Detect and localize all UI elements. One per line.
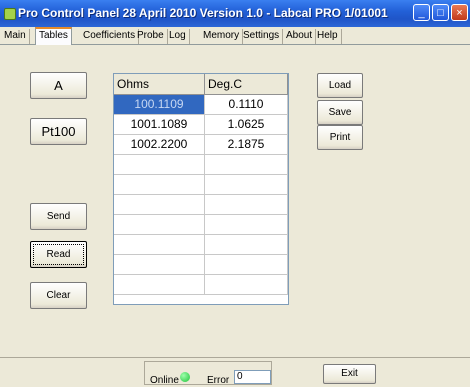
app-icon (4, 8, 16, 20)
tab-settings[interactable]: Settings (240, 29, 284, 44)
table-row[interactable] (114, 175, 288, 195)
title-bar[interactable]: Pro Control Panel 28 April 2010 Version … (0, 0, 470, 27)
online-indicator-icon (180, 372, 190, 382)
error-field[interactable]: 0 (234, 370, 271, 384)
clear-button[interactable]: Clear (30, 282, 87, 309)
table-cell-degc[interactable] (205, 215, 288, 234)
table-cell-degc[interactable] (205, 235, 288, 254)
save-button[interactable]: Save (317, 100, 363, 125)
table-row[interactable] (114, 195, 288, 215)
table-row[interactable] (114, 255, 288, 275)
send-button[interactable]: Send (30, 203, 87, 230)
tab-help[interactable]: Help (314, 29, 342, 44)
table-cell-ohms[interactable] (114, 275, 205, 294)
column-header-ohms[interactable]: Ohms (114, 74, 205, 94)
load-button[interactable]: Load (317, 73, 363, 98)
tab-coefficients[interactable]: Coefficients (80, 29, 140, 44)
table-row[interactable] (114, 235, 288, 255)
table-row[interactable] (114, 275, 288, 295)
tab-about[interactable]: About (283, 29, 317, 44)
table-row[interactable]: 1001.1089 1.0625 (114, 115, 288, 135)
table-row[interactable] (114, 155, 288, 175)
calibration-table[interactable]: Ohms Deg.C 100.1109 0.1110 1001.1089 1.0… (113, 73, 289, 305)
table-cell-degc[interactable] (205, 255, 288, 274)
close-button[interactable]: × (451, 4, 468, 21)
tab-strip: Main Tables Coefficients Probe Log Memor… (0, 27, 470, 45)
table-cell-ohms[interactable] (114, 215, 205, 234)
maximize-button[interactable]: □ (432, 4, 449, 21)
sensor-button[interactable]: Pt100 (30, 118, 87, 145)
table-row[interactable]: 1002.2200 2.1875 (114, 135, 288, 155)
table-cell-ohms[interactable] (114, 195, 205, 214)
unit-button[interactable]: A (30, 72, 87, 99)
minimize-button[interactable]: _ (413, 4, 430, 21)
table-cell-ohms[interactable]: 1001.1089 (114, 115, 205, 134)
window-title: Pro Control Panel 28 April 2010 Version … (18, 6, 388, 20)
read-button[interactable]: Read (30, 241, 87, 268)
exit-button[interactable]: Exit (323, 364, 376, 384)
table-header: Ohms Deg.C (114, 74, 288, 95)
online-label: Online (150, 375, 179, 386)
table-cell-ohms[interactable] (114, 255, 205, 274)
tab-log[interactable]: Log (166, 29, 190, 44)
table-cell-ohms[interactable] (114, 155, 205, 174)
table-cell-ohms[interactable] (114, 175, 205, 194)
tab-main[interactable]: Main (1, 29, 30, 44)
table-row[interactable] (114, 215, 288, 235)
tab-tables[interactable]: Tables (35, 27, 72, 45)
print-button[interactable]: Print (317, 125, 363, 150)
table-cell-degc[interactable] (205, 195, 288, 214)
table-cell-degc[interactable]: 1.0625 (205, 115, 288, 134)
column-header-degc[interactable]: Deg.C (205, 74, 288, 94)
table-row[interactable]: 100.1109 0.1110 (114, 95, 288, 115)
table-cell-degc[interactable]: 0.1110 (205, 95, 288, 114)
table-cell-ohms[interactable] (114, 235, 205, 254)
table-cell-degc[interactable] (205, 155, 288, 174)
table-cell-degc[interactable] (205, 175, 288, 194)
table-cell-degc[interactable]: 2.1875 (205, 135, 288, 154)
table-cell-ohms[interactable]: 1002.2200 (114, 135, 205, 154)
tab-memory[interactable]: Memory (200, 29, 244, 44)
error-label: Error (207, 375, 230, 386)
tab-probe[interactable]: Probe (134, 29, 168, 44)
table-cell-ohms[interactable]: 100.1109 (114, 95, 205, 114)
table-cell-degc[interactable] (205, 275, 288, 294)
